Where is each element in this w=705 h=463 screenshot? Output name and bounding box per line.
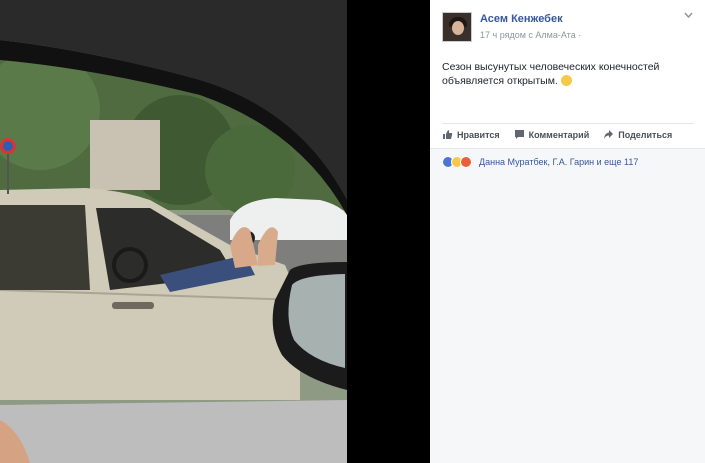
- share-button[interactable]: Поделиться: [603, 129, 672, 140]
- comment-icon: [514, 130, 524, 139]
- share-label: Поделиться: [618, 129, 673, 140]
- angry-reaction-icon: [460, 156, 472, 168]
- comment-button[interactable]: Комментарий: [514, 129, 590, 140]
- post-photo[interactable]: [0, 0, 347, 463]
- avatar-face: [452, 21, 464, 35]
- comments-area: [430, 148, 705, 463]
- like-button[interactable]: Нравится: [442, 129, 500, 140]
- reactions-summary[interactable]: Данна Муратбек, Г.А. Гарин и еще 117: [479, 157, 638, 167]
- comment-label: Комментарий: [528, 129, 590, 140]
- reactions-bar[interactable]: Данна Муратбек, Г.А. Гарин и еще 117: [442, 156, 638, 168]
- confused-emoji-icon: [560, 75, 572, 86]
- avatar[interactable]: [442, 12, 472, 42]
- chevron-down-icon[interactable]: [684, 11, 693, 21]
- photo-illustration: [0, 0, 347, 463]
- reaction-icons: [442, 156, 472, 168]
- thumbs-up-icon: [443, 130, 453, 139]
- post-text: Сезон высунутых человеческих конечностей…: [442, 60, 692, 88]
- post-actions: Нравится Комментарий Поделиться: [442, 123, 694, 145]
- author-name[interactable]: Асем Кенжебек: [480, 13, 563, 25]
- photo-letterbox: [347, 0, 430, 463]
- like-label: Нравится: [457, 129, 500, 140]
- share-icon: [604, 130, 614, 139]
- post-text-content: Сезон высунутых человеческих конечностей…: [442, 61, 660, 87]
- post-meta[interactable]: 17 ч рядом с Алма-Ата ·: [480, 30, 581, 40]
- post-panel: Асем Кенжебек 17 ч рядом с Алма-Ата · Се…: [430, 0, 705, 463]
